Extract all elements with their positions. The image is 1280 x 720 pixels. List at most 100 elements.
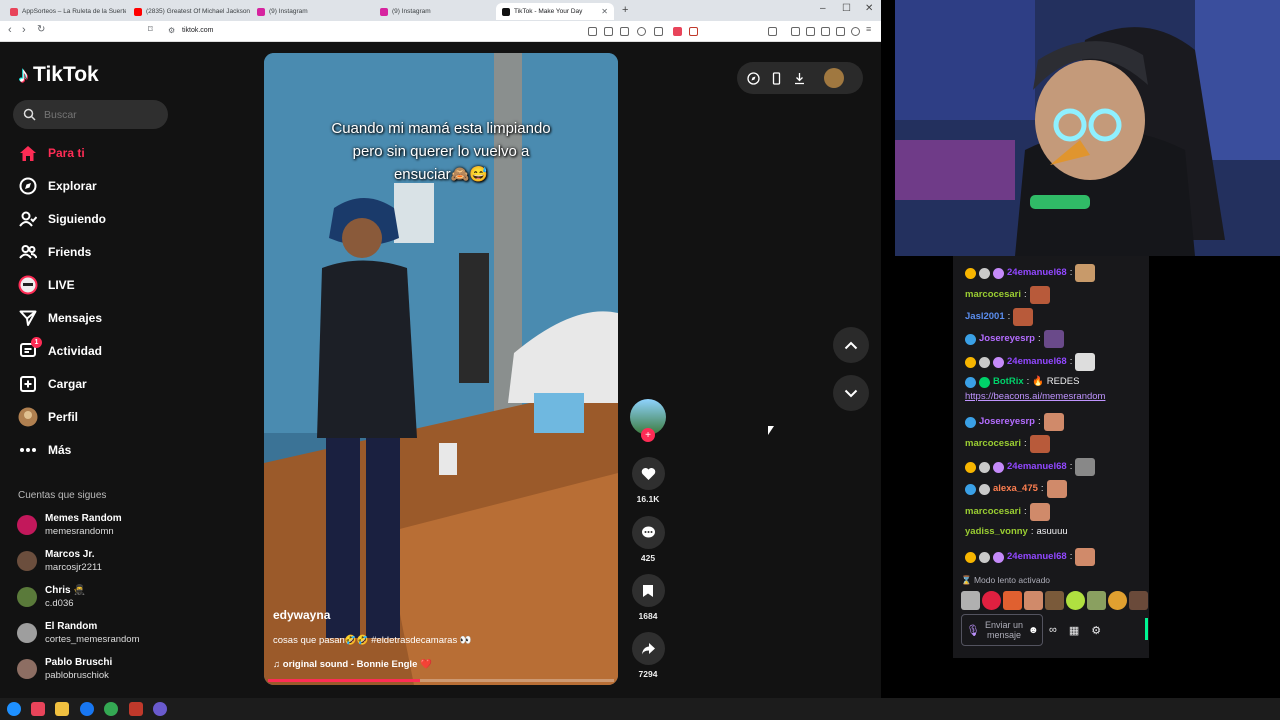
video-player[interactable]: Cuando mi mamá esta limpiando pero sin q…: [264, 53, 618, 685]
emote[interactable]: [961, 591, 980, 610]
chat-badge-icon[interactable]: [979, 461, 990, 473]
nav-item-perfil[interactable]: Perfil: [18, 407, 78, 427]
nav-item-mensajes[interactable]: Mensajes: [18, 308, 102, 328]
nav-item-explorar[interactable]: Explorar: [18, 176, 97, 196]
chat-badge-icon[interactable]: [979, 267, 990, 279]
rewards-icon[interactable]: [689, 27, 698, 36]
chat-badge-icon[interactable]: [965, 416, 976, 428]
share-button[interactable]: [631, 632, 665, 665]
browser-tab[interactable]: (9) Instagram: [374, 3, 496, 20]
extension-icon[interactable]: [588, 27, 597, 36]
back-button[interactable]: ‹: [8, 24, 12, 36]
browser-tab[interactable]: TikTok - Make Your Day ✕: [496, 3, 614, 20]
nav-item-mas[interactable]: Más: [18, 440, 71, 460]
share-action[interactable]: 7294: [630, 632, 666, 679]
extension-icon[interactable]: [806, 27, 815, 36]
minimize-button[interactable]: –: [820, 3, 826, 14]
chat-username[interactable]: marcocesari: [965, 437, 1021, 451]
chat-username[interactable]: 24emanuel68: [1007, 550, 1067, 564]
url-text[interactable]: tiktok.com: [182, 27, 214, 34]
emote[interactable]: [1087, 591, 1106, 610]
chrome-icon[interactable]: [104, 702, 118, 716]
previous-video-button[interactable]: [833, 327, 869, 363]
facebook-icon[interactable]: [80, 702, 94, 716]
gift-icon[interactable]: ▦: [1069, 624, 1079, 637]
close-window-button[interactable]: ✕: [865, 3, 873, 14]
followed-account[interactable]: Marcos Jr. marcosjr2211: [17, 548, 102, 574]
chat-badge-icon[interactable]: [965, 483, 976, 495]
obs-icon[interactable]: [153, 702, 167, 716]
tiktok-logo[interactable]: ♪ TikTok: [18, 62, 99, 88]
chat-text[interactable]: https://beacons.ai/memesrandom: [965, 390, 1105, 404]
brave-icon[interactable]: [31, 702, 45, 716]
chat-badge-icon[interactable]: [993, 551, 1004, 563]
video-author[interactable]: edywayna: [273, 608, 330, 622]
maximize-button[interactable]: ☐: [842, 3, 851, 14]
followed-account[interactable]: Memes Random memesrandomn: [17, 512, 122, 538]
browser-tab[interactable]: (9) Instagram: [251, 3, 373, 20]
music-icon[interactable]: [791, 27, 800, 36]
site-info-icon[interactable]: ⚙: [168, 26, 175, 35]
chat-username[interactable]: marcocesari: [965, 288, 1021, 302]
nav-item-actividad[interactable]: 1 Actividad: [18, 337, 102, 361]
emote[interactable]: [1129, 591, 1148, 610]
download-icon[interactable]: [793, 72, 806, 85]
chat-badge-icon[interactable]: [979, 551, 990, 563]
nav-item-live[interactable]: LIVE: [18, 275, 75, 295]
followed-account[interactable]: Pablo Bruschi pablobruschiok: [17, 656, 112, 682]
chat-badge-icon[interactable]: [965, 267, 976, 279]
video-sound[interactable]: ♫ original sound - Bonnie Engle ❤️: [273, 659, 432, 670]
bits-icon[interactable]: ∞: [1049, 624, 1057, 637]
video-progress-bar[interactable]: [268, 679, 614, 682]
close-tab-icon[interactable]: ✕: [601, 7, 608, 16]
chat-username[interactable]: Josereyesrp: [979, 332, 1035, 346]
chat-badge-icon[interactable]: [965, 376, 976, 388]
brave-shield-icon[interactable]: [673, 27, 682, 36]
chat-badge-icon[interactable]: [993, 461, 1004, 473]
reload-button[interactable]: ↻: [37, 24, 45, 35]
nav-item-siguiendo[interactable]: Siguiendo: [18, 209, 106, 229]
follow-creator-button[interactable]: +: [641, 428, 655, 442]
edge-icon[interactable]: [7, 702, 21, 716]
settings-gear-icon[interactable]: ⚙: [1091, 624, 1101, 637]
emote[interactable]: [1108, 591, 1127, 610]
nav-item-friends[interactable]: Friends: [18, 242, 91, 262]
nav-item-cargar[interactable]: Cargar: [18, 374, 87, 394]
chat-badge-icon[interactable]: [993, 267, 1004, 279]
emote[interactable]: [1003, 591, 1022, 610]
extension-icon[interactable]: [836, 27, 845, 36]
chat-badge-icon[interactable]: [965, 461, 976, 473]
file-explorer-icon[interactable]: [55, 702, 69, 716]
chat-badge-icon[interactable]: [965, 356, 976, 368]
chat-username[interactable]: 24emanuel68: [1007, 460, 1067, 474]
chat-input[interactable]: 🎙 Enviar un mensaje ☻: [961, 614, 1043, 646]
chat-username[interactable]: Josereyesrp: [979, 415, 1035, 429]
chat-badge-icon[interactable]: [979, 376, 990, 388]
comment-action[interactable]: 425: [630, 516, 666, 563]
chat-username[interactable]: Jasl2001: [965, 310, 1005, 324]
chat-badge-icon[interactable]: [993, 356, 1004, 368]
chat-username[interactable]: 24emanuel68: [1007, 266, 1067, 280]
emote[interactable]: [1045, 591, 1064, 610]
share-icon[interactable]: [654, 27, 663, 36]
chat-badge-icon[interactable]: [965, 333, 976, 345]
microphone-icon[interactable]: 🎙: [966, 624, 980, 637]
chat-username[interactable]: alexa_475: [993, 482, 1038, 496]
app-icon[interactable]: [129, 702, 143, 716]
next-video-button[interactable]: [833, 375, 869, 411]
followed-account[interactable]: Chris 🥷 c.d036: [17, 584, 86, 610]
chat-badge-icon[interactable]: [979, 483, 990, 495]
profile-icon[interactable]: [851, 27, 860, 36]
chat-username[interactable]: 24emanuel68: [1007, 355, 1067, 369]
chat-badge-icon[interactable]: [965, 551, 976, 563]
search-box[interactable]: [13, 100, 168, 129]
emote[interactable]: [982, 591, 1001, 610]
browser-tab[interactable]: AppSorteos – La Ruleta de la Suerte: [4, 3, 126, 20]
chat-username[interactable]: BotRix: [993, 375, 1024, 389]
save-button[interactable]: [631, 574, 665, 607]
new-tab-button[interactable]: +: [622, 4, 628, 16]
menu-icon[interactable]: ≡: [866, 24, 875, 34]
chat-scroll-indicator[interactable]: [1145, 618, 1148, 640]
emote[interactable]: [1024, 591, 1043, 610]
browser-tab[interactable]: (2835) Greatest Of Michael Jackson: [128, 3, 250, 20]
